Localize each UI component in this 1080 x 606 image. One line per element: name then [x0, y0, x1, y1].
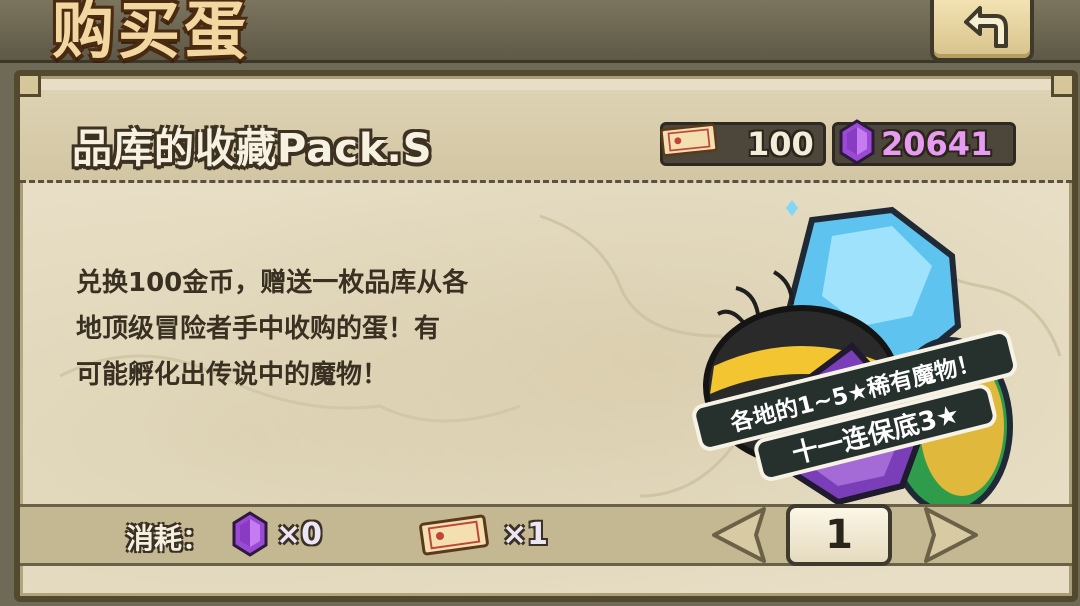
purple-gem-icon — [839, 119, 875, 165]
description-line: 兑换100金币，赠送一枚品库从各 — [76, 268, 469, 298]
gem-count: 20641 — [881, 125, 993, 163]
quantity-value[interactable]: 1 — [786, 504, 892, 566]
ticket-balance: 100 — [660, 122, 826, 166]
cost-label: 消耗： — [126, 522, 211, 555]
panel-corner — [20, 76, 41, 97]
ticket-cost: ×1 — [502, 517, 549, 552]
arrow-left-icon[interactable] — [708, 507, 770, 563]
description-line: 可能孵化出传说中的魔物！ — [76, 360, 389, 390]
pack-panel: 品库的收藏Pack.S 100 20641 兑换100金币，赠送一枚品库从各 地… — [14, 70, 1078, 602]
ticket-count: 100 — [747, 125, 814, 163]
back-arrow-icon — [964, 6, 1008, 48]
screen-title: 购买蛋 — [52, 0, 251, 67]
ticket-icon — [419, 514, 489, 556]
gem-balance: 20641 — [832, 119, 1016, 166]
back-button[interactable] — [930, 0, 1034, 62]
cost-bar: 消耗： ×0 ×1 1 — [20, 504, 1072, 566]
pack-title: 品库的收藏Pack.S — [72, 126, 433, 172]
window-frame: 购买蛋 品库的收藏Pack.S 100 20641 兑换100金币，赠送一枚品库… — [0, 0, 1080, 606]
egg-illustration: 各地的1~5★稀有魔物！ 十一连保底3★ — [692, 200, 1018, 506]
top-bar: 购买蛋 — [0, 0, 1080, 67]
gem-cost: ×0 — [276, 517, 323, 552]
ticket-icon — [660, 123, 718, 157]
purple-gem-icon — [232, 511, 268, 557]
description-line: 地顶级冒险者手中收购的蛋！有 — [76, 314, 441, 344]
arrow-right-icon[interactable] — [920, 507, 982, 563]
pack-description: 兑换100金币，赠送一枚品库从各 地顶级冒险者手中收购的蛋！有 可能孵化出传说中… — [76, 260, 616, 398]
pack-header: 品库的收藏Pack.S 100 20641 — [20, 90, 1072, 183]
panel-corner — [1051, 76, 1072, 97]
